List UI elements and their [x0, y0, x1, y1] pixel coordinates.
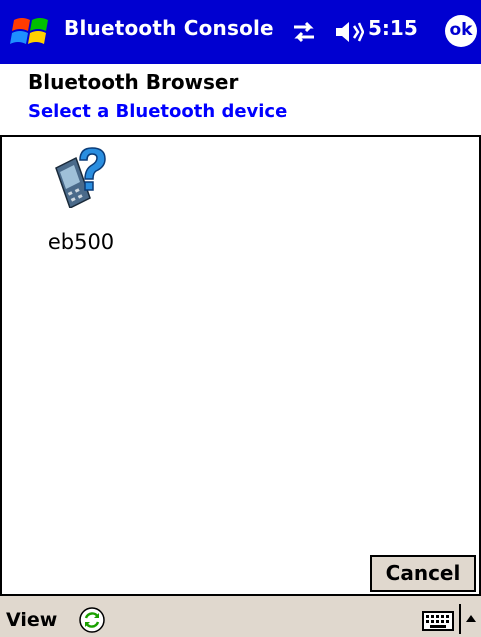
volume-icon[interactable] [334, 19, 364, 45]
view-menu[interactable]: View [6, 609, 57, 631]
title-bar: Bluetooth Console 5:15 ok [0, 0, 481, 64]
device-item-eb500[interactable]: eb500 [36, 142, 126, 262]
cancel-button[interactable]: Cancel [370, 555, 476, 592]
sip-arrow-icon[interactable] [464, 612, 478, 624]
windows-start-icon[interactable] [8, 12, 56, 52]
keyboard-icon[interactable] [422, 610, 454, 632]
page-title: Bluetooth Browser [28, 70, 239, 94]
page-subtitle: Select a Bluetooth device [28, 101, 288, 122]
app-title: Bluetooth Console [64, 16, 274, 40]
left-border [0, 137, 2, 594]
unknown-device-icon [55, 147, 106, 208]
refresh-icon[interactable] [78, 606, 106, 634]
ok-button[interactable]: ok [445, 15, 477, 47]
menu-bar [0, 594, 481, 637]
sip-divider [459, 604, 461, 634]
clock[interactable]: 5:15 [368, 16, 418, 40]
device-label: eb500 [47, 230, 115, 254]
connectivity-icon[interactable] [290, 18, 318, 46]
